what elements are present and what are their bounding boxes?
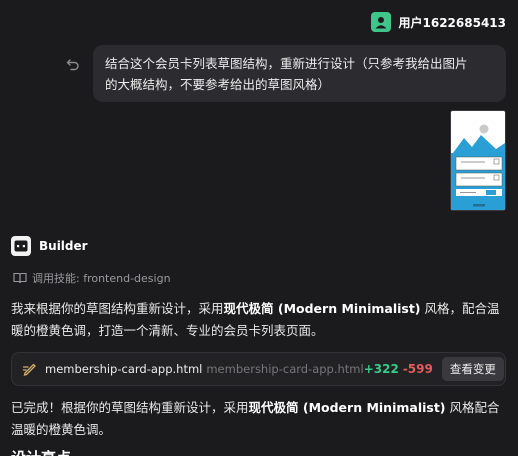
file-change-card[interactable]: membership-card-app.html membership-card… <box>11 352 506 386</box>
user-avatar-icon[interactable] <box>370 12 391 32</box>
file-path: membership-card-app.html <box>206 362 364 376</box>
user-header: 用户1622685413 <box>370 12 507 32</box>
user-message-line-2: 的大概结构，不要参考给出的草图风格） <box>105 77 331 92</box>
assistant-paragraph-1: 我来根据你的草图结构重新设计，采用现代极简 (Modern Minimalist… <box>11 298 507 342</box>
para1-text-post: 风格，配合温 <box>420 301 500 316</box>
paragraph-2-line-1: 已完成！根据你的草图结构重新设计，采用现代极简 (Modern Minimali… <box>11 397 507 419</box>
book-icon <box>13 272 27 284</box>
assistant-header: Builder <box>11 236 88 256</box>
user-message-line-1: 结合这个会员卡列表草图结构，重新进行设计（只参考我给出图片 <box>105 56 468 71</box>
assistant-name: Builder <box>39 239 88 253</box>
para1-bold: 现代极简 (Modern Minimalist) <box>223 301 421 316</box>
assistant-paragraph-2: 已完成！根据你的草图结构重新设计，采用现代极简 (Modern Minimali… <box>11 397 507 441</box>
para2-text: 已完成！根据你的草图结构重新设计，采用 <box>11 400 249 415</box>
para2-bold: 现代极简 (Modern Minimalist) <box>248 400 446 415</box>
skill-label: 调用技能: frontend-design <box>32 272 171 285</box>
builder-logo-icon <box>11 236 31 256</box>
file-name[interactable]: membership-card-app.html <box>45 362 202 376</box>
lines-removed: -599 <box>402 362 433 376</box>
edit-file-icon <box>22 361 38 377</box>
paragraph-1-line-2: 暖的橙黄色调，打造一个清新、专业的会员卡列表页面。 <box>11 323 324 338</box>
section-heading: 设计亮点 <box>11 447 71 456</box>
para1-text: 我来根据你的草图结构重新设计，采用 <box>11 301 224 316</box>
skill-indicator: 调用技能: frontend-design <box>13 270 171 286</box>
paragraph-1-line-1: 我来根据你的草图结构重新设计，采用现代极简 (Modern Minimalist… <box>11 298 507 320</box>
paragraph-2-line-2: 温暖的橙黄色调。 <box>11 422 112 437</box>
para2-text-post: 风格配合 <box>445 400 500 415</box>
undo-icon[interactable] <box>66 56 82 72</box>
lines-added: +322 <box>363 362 399 376</box>
user-name: 用户1622685413 <box>398 15 507 30</box>
view-changes-button[interactable]: 查看变更 <box>441 357 504 381</box>
sketch-thumbnail[interactable] <box>450 110 506 211</box>
user-message-bubble: 结合这个会员卡列表草图结构，重新进行设计（只参考我给出图片 的大概结构，不要参考… <box>93 45 506 102</box>
